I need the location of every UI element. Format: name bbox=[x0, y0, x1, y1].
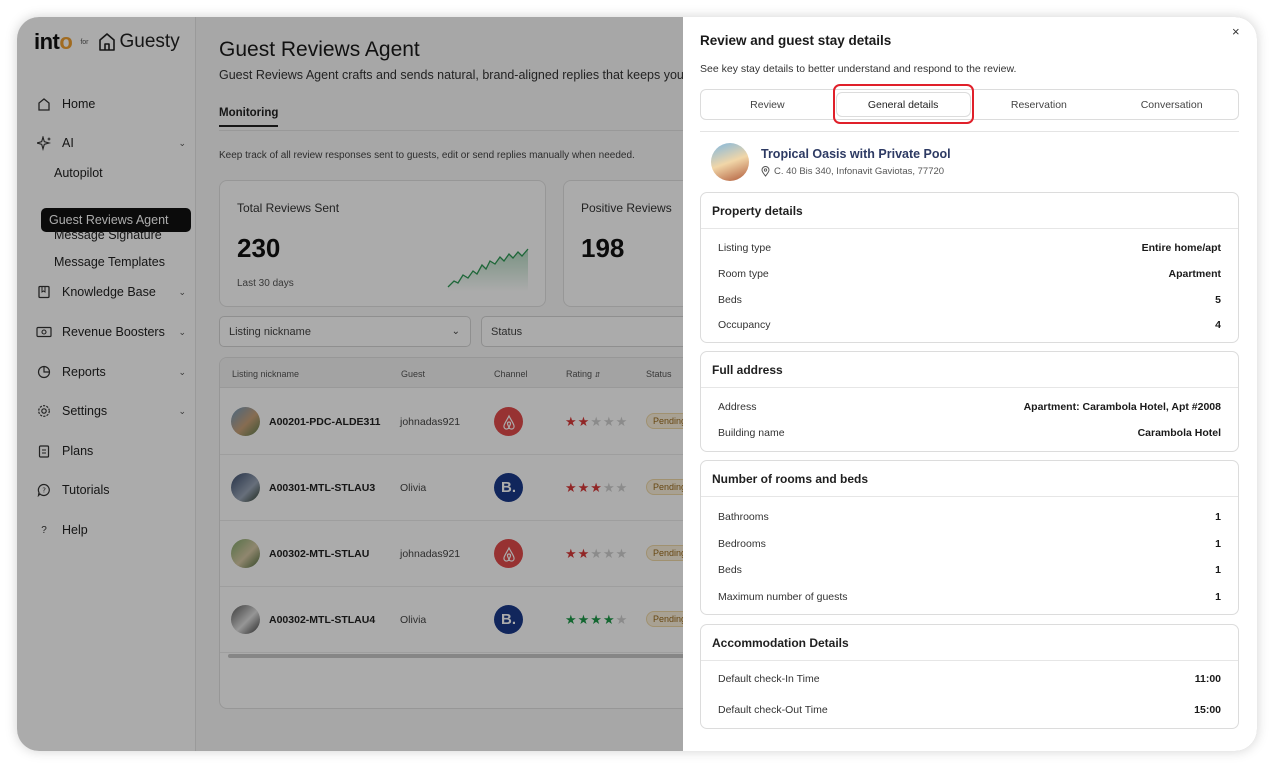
location-pin-icon bbox=[761, 166, 770, 177]
property-address: C. 40 Bis 340, Infonavit Gaviotas, 77720 bbox=[761, 166, 944, 177]
section-title: Full address bbox=[701, 352, 1238, 388]
detail-row: Occupancy 4 bbox=[718, 319, 1221, 331]
address-text: C. 40 Bis 340, Infonavit Gaviotas, 77720 bbox=[774, 166, 945, 177]
full-address-section: Full address Address Apartment: Carambola… bbox=[700, 351, 1239, 452]
detail-row: Room type Apartment bbox=[718, 268, 1221, 280]
app-window: into for Guesty Home AI ⌄ Autopilot Gues… bbox=[17, 17, 1257, 751]
property-name: Tropical Oasis with Private Pool bbox=[761, 147, 951, 161]
tab-conversation[interactable]: Conversation bbox=[1105, 90, 1238, 119]
detail-row: Default check-Out Time 15:00 bbox=[718, 704, 1221, 716]
review-details-drawer: Review and guest stay details × See key … bbox=[683, 17, 1257, 751]
section-title: Property details bbox=[701, 193, 1238, 229]
property-details-section: Property details Listing type Entire home… bbox=[700, 192, 1239, 343]
drawer-subtitle: See key stay details to better understan… bbox=[700, 63, 1017, 75]
detail-row: Building name Carambola Hotel bbox=[718, 427, 1221, 439]
detail-row: Listing type Entire home/apt bbox=[718, 242, 1221, 254]
detail-row: Default check-In Time 11:00 bbox=[718, 673, 1221, 685]
accommodation-details-section: Accommodation Details Default check-In T… bbox=[700, 624, 1239, 729]
tab-review[interactable]: Review bbox=[701, 90, 834, 119]
active-tab-highlight bbox=[833, 84, 974, 124]
property-thumbnail bbox=[711, 143, 749, 181]
section-title: Accommodation Details bbox=[701, 625, 1238, 661]
detail-row: Beds 1 bbox=[718, 564, 1221, 576]
close-icon[interactable]: × bbox=[1232, 24, 1240, 39]
detail-row: Bedrooms 1 bbox=[718, 538, 1221, 550]
rooms-and-beds-section: Number of rooms and beds Bathrooms 1 Bedr… bbox=[700, 460, 1239, 615]
drawer-divider bbox=[700, 131, 1239, 132]
detail-row: Maximum number of guests 1 bbox=[718, 591, 1221, 603]
detail-row: Address Apartment: Carambola Hotel, Apt #… bbox=[718, 401, 1221, 413]
detail-row: Beds 5 bbox=[718, 294, 1221, 306]
detail-row: Bathrooms 1 bbox=[718, 511, 1221, 523]
tab-reservation[interactable]: Reservation bbox=[973, 90, 1106, 119]
drawer-title: Review and guest stay details bbox=[700, 33, 892, 48]
section-title: Number of rooms and beds bbox=[701, 461, 1238, 497]
